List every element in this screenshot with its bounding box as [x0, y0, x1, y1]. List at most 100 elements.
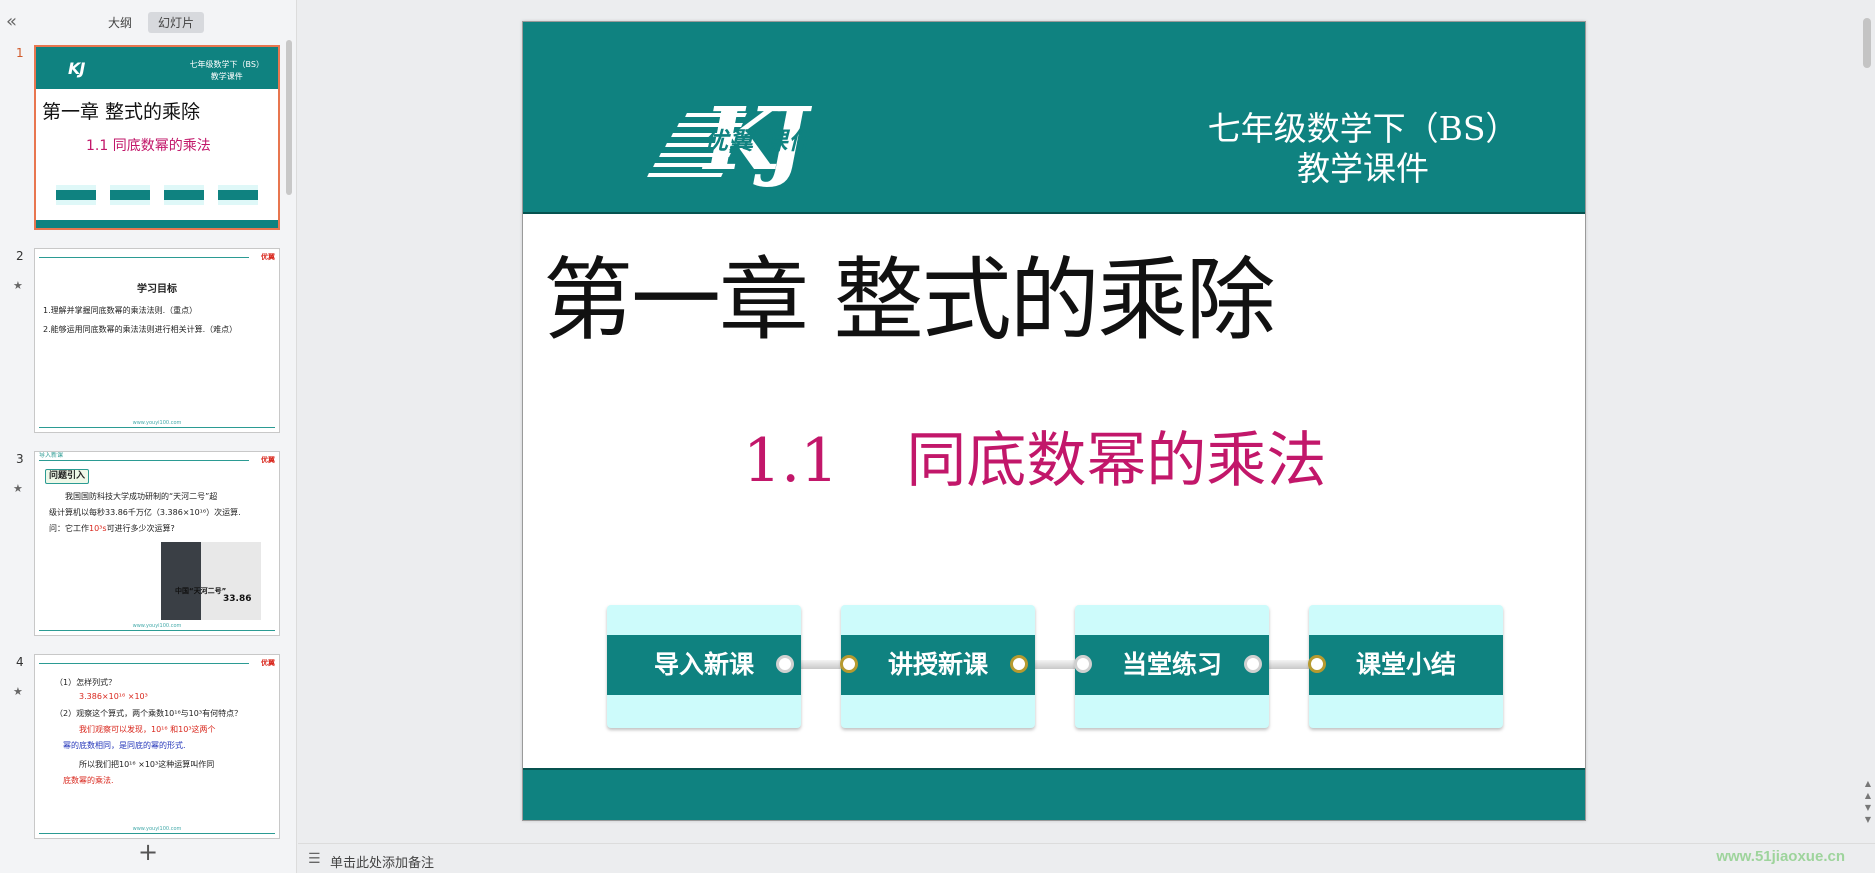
slide-thumbnail-2[interactable]: 优翼 学习目标 1.理解并掌握同底数幂的乘法法则.（重点） 2.能够运用同底数幂…: [34, 248, 280, 433]
section-number: 1.1: [743, 426, 839, 496]
thumbnail-list: 1 KJ 七年级数学下（BS） 教学课件 第一章 整式的乘除 1.1 同底数幂的…: [0, 40, 290, 840]
grade-text: 七年级数学下（BS）: [189, 60, 264, 69]
slide-header-band: KJ 优翼 课件 七年级数学下（BS） 教学课件: [523, 22, 1585, 212]
thumb-line: 我们观察可以发现，10¹⁶ 和10³这两个: [79, 725, 216, 734]
thumb-nav-button: [164, 185, 204, 205]
thumb-line: （2）观察这个算式，两个乘数10¹⁶与10³有何特点？: [55, 709, 243, 718]
slide-thumbnail-1[interactable]: KJ 七年级数学下（BS） 教学课件 第一章 整式的乘除 1.1 同底数幂的乘法: [34, 45, 280, 230]
thumb-line: 我国国防科技大学成功研制的“天河二号”超: [65, 492, 218, 501]
brand-logo: 优翼: [261, 456, 275, 464]
thumb-footer-bar: [36, 220, 278, 228]
prev-page-icon[interactable]: ▲: [1863, 790, 1873, 802]
thumb-header: KJ 七年级数学下（BS） 教学课件: [36, 47, 278, 89]
chapter-title[interactable]: 第一章 整式的乘除: [543, 227, 1276, 357]
course-text: 教学课件: [210, 72, 243, 81]
slide-number: 1: [16, 46, 24, 60]
text-part: 10³s: [89, 524, 107, 533]
logo: KJ: [68, 59, 85, 78]
section-title[interactable]: 1.1 同底数幂的乘法: [743, 412, 1326, 499]
view-tabs: 大纲 幻灯片: [98, 12, 205, 33]
footer-line: [39, 833, 275, 834]
animation-star-icon: ★: [13, 482, 23, 495]
collapse-panel-icon[interactable]: «: [6, 11, 17, 32]
nav-button-label: 课堂小结: [1355, 650, 1456, 679]
thumb-line: 所以我们把10¹⁶ ×10³这种运算叫作同: [79, 760, 215, 769]
thumb-line: 底数幂的乘法.: [63, 776, 114, 785]
scroll-arrows: ▲ ▲ ▼ ▼: [1863, 778, 1873, 826]
slide-canvas[interactable]: KJ 优翼 课件 七年级数学下（BS） 教学课件 第一章 整式的乘除 1.1 同底…: [522, 21, 1586, 821]
image-value: 33.86: [223, 594, 252, 604]
slide-panel: « 大纲 幻灯片 1 KJ 七年级数学下（BS） 教学课件 第一章 整式的乘除 …: [0, 0, 297, 873]
notes-bar: ☰ 单击此处添加备注 www.51jiaoxue.cn: [298, 843, 1875, 873]
thumb-nav-button: [56, 185, 96, 205]
thumb-title: 第一章 整式的乘除: [42, 101, 201, 123]
brand-logo: 优翼: [261, 659, 275, 667]
next-page-icon[interactable]: ▼: [1863, 802, 1873, 814]
slide-number: 2: [16, 249, 24, 263]
supercomputer-image: 中国“天河二号” 33.86: [161, 542, 261, 620]
thumb-footer: www.youyi100.com: [132, 826, 182, 832]
thumbnail-row-4: 4 ★ 优翼 （1）怎样列式？ 3.386×10¹⁶ ×10³ （2）观察这个算…: [0, 649, 290, 839]
header-line: [39, 257, 249, 258]
thumb-heading: 学习目标: [137, 284, 177, 295]
nav-button-label: 导入新课: [653, 650, 754, 679]
connector-dot: [1244, 655, 1262, 673]
nav-button-summary[interactable]: 课堂小结: [1309, 605, 1503, 728]
slide-thumbnail-4[interactable]: 优翼 （1）怎样列式？ 3.386×10¹⁶ ×10³ （2）观察这个算式，两个…: [34, 654, 280, 839]
notes-placeholder[interactable]: 单击此处添加备注: [330, 852, 434, 871]
header-line: [39, 460, 249, 461]
thumb-line: 问：它工作10³s可进行多少次运算?: [49, 522, 175, 536]
slide-number: 4: [16, 655, 24, 669]
connector-dot: [840, 655, 858, 673]
lesson-nav: 导入新课 讲授新课 当堂练习 课堂小结: [607, 605, 1507, 730]
header-line: [39, 663, 249, 664]
thumb-nav-button: [110, 185, 150, 205]
nav-button-label: 当堂练习: [1121, 650, 1222, 679]
connector-dot: [776, 655, 794, 673]
thumb-footer: www.youyi100.com: [132, 420, 182, 426]
slide-thumbnail-3[interactable]: 导入新课 优翼 问题引入 我国国防科技大学成功研制的“天河二号”超 级计算机以每…: [34, 451, 280, 636]
text-part: 问：它工作: [49, 524, 89, 533]
watermark: www.51jiaoxue.cn: [1716, 848, 1845, 865]
scroll-up-icon[interactable]: ▲: [1863, 778, 1873, 790]
image-panel: [201, 542, 261, 620]
thumbnail-row-1: 1 KJ 七年级数学下（BS） 教学课件 第一章 整式的乘除 1.1 同底数幂的…: [0, 40, 290, 230]
section-tag: 导入新课: [39, 452, 64, 459]
thumb-grade: 七年级数学下（BS） 教学课件: [190, 59, 264, 83]
text-part: 可进行多少次运算?: [106, 524, 175, 533]
connector-dot: [1308, 655, 1326, 673]
thumb-footer: www.youyi100.com: [132, 623, 182, 629]
vertical-scrollbar[interactable]: [1863, 18, 1871, 68]
course-title: 教学课件: [1297, 149, 1429, 188]
animation-star-icon: ★: [13, 685, 23, 698]
question-badge: 问题引入: [45, 469, 90, 484]
nav-button-practice[interactable]: 当堂练习: [1075, 605, 1269, 728]
thumb-line: 幂的底数相同，是同底的幂的形式.: [63, 741, 186, 750]
thumb-line: 1.理解并掌握同底数幂的乘法法则.（重点）: [43, 306, 198, 315]
footer-line: [39, 630, 275, 631]
thumb-line: 3.386×10¹⁶ ×10³: [79, 692, 148, 701]
notes-icon: ☰: [308, 851, 321, 867]
logo-text: 优翼 课件: [704, 127, 814, 155]
thumb-nav-button: [218, 185, 258, 205]
brand-logo: 优翼: [261, 253, 275, 261]
slide-editor: KJ 优翼 课件 七年级数学下（BS） 教学课件 第一章 整式的乘除 1.1 同底…: [298, 0, 1875, 843]
thumb-line: （1）怎样列式？: [55, 678, 117, 687]
add-slide-icon[interactable]: +: [138, 840, 158, 864]
connector-dot: [1074, 655, 1092, 673]
thumbnail-scrollbar[interactable]: [286, 40, 292, 195]
nav-button-teach[interactable]: 讲授新课: [841, 605, 1035, 728]
nav-button-label: 讲授新课: [887, 650, 988, 679]
section-name: 同底数幂的乘法: [906, 426, 1327, 496]
thumb-subtitle: 1.1 同底数幂的乘法: [86, 138, 211, 154]
slide-number: 3: [16, 452, 24, 466]
tab-outline[interactable]: 大纲: [98, 12, 142, 33]
slide-footer-band: [523, 768, 1585, 820]
tab-slides[interactable]: 幻灯片: [148, 12, 205, 33]
connector-dot: [1010, 655, 1028, 673]
kj-logo: KJ 优翼 课件: [647, 95, 848, 189]
nav-button-intro[interactable]: 导入新课: [607, 605, 801, 728]
thumbnail-row-2: 2 ★ 优翼 学习目标 1.理解并掌握同底数幂的乘法法则.（重点） 2.能够运用…: [0, 243, 290, 433]
scroll-down-icon[interactable]: ▼: [1863, 814, 1873, 826]
footer-line: [39, 427, 275, 428]
